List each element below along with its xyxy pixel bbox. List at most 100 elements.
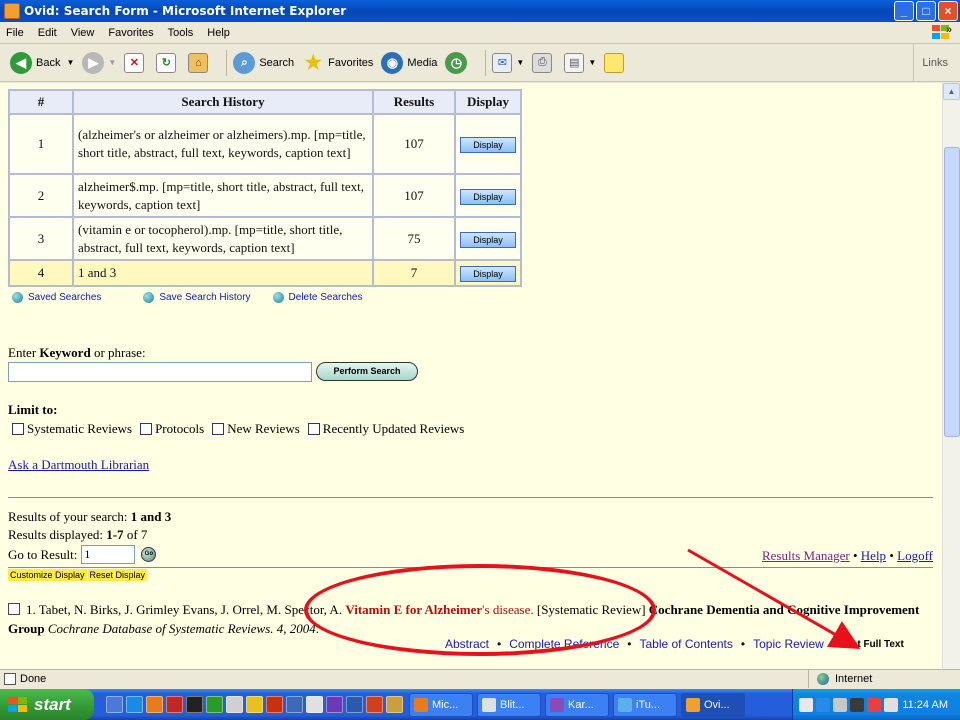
favorites-label: Favorites [328,56,374,69]
itunes-icon [618,697,632,712]
quicklaunch-icon[interactable] [106,696,123,713]
search-label: Search [259,56,295,69]
zone-label: Internet [835,673,873,685]
media-label: Media [407,56,438,69]
history-button[interactable]: ◷ [445,51,471,74]
quicklaunch-icon[interactable] [326,696,343,713]
mail-dropdown-icon[interactable]: ▼ [516,58,524,67]
window-title: Ovid: Search Form - Microsoft Internet E… [24,4,347,18]
stop-button[interactable]: ✕ [124,52,148,73]
maximize-button[interactable]: □ [916,1,936,21]
home-button[interactable]: ⌂ [188,52,212,73]
menu-view[interactable]: View [71,27,95,39]
home-icon: ⌂ [188,52,209,73]
globe-icon [817,673,829,685]
edit-dropdown-icon[interactable]: ▼ [588,58,596,67]
tray-icon[interactable] [867,697,881,712]
quicklaunch-icon[interactable] [286,696,303,713]
quicklaunch-icon[interactable] [226,696,243,713]
page-content: # Search History Results Display 1 (alzh… [0,83,942,669]
stop-icon: ✕ [124,52,145,73]
print-button[interactable]: ⎙ [532,52,556,73]
refresh-icon: ↻ [156,52,177,73]
toolbar-chevron-icon[interactable]: » [946,24,952,36]
back-label: Back [36,56,61,69]
star-icon: ★ [304,52,323,74]
quicklaunch-icon[interactable] [386,696,403,713]
quicklaunch-icon[interactable] [146,696,163,713]
tray-icon[interactable] [816,697,830,712]
scroll-up-icon[interactable]: ▲ [943,83,960,100]
toolbar-separator [485,49,487,76]
taskbar-item[interactable]: Kar... [545,692,609,717]
security-zone: Internet [808,670,872,688]
notes-button[interactable] [604,52,628,73]
back-arrow-icon: ◀ [10,51,32,74]
quicklaunch-icon[interactable] [186,696,203,713]
start-label: start [34,694,71,714]
menu-help[interactable]: Help [207,27,230,39]
volume-icon[interactable] [884,697,898,712]
media-button[interactable]: ◉ Media [381,51,438,74]
title-bar: Ovid: Search Form - Microsoft Internet E… [0,0,960,22]
quicklaunch-icon[interactable] [346,696,363,713]
links-bar[interactable]: Links [913,44,960,82]
history-icon: ◷ [445,51,468,74]
taskbar-item-label: Kar... [568,698,594,711]
minimize-button[interactable]: _ [894,1,914,21]
taskbar-item[interactable]: Blit... [477,692,541,717]
toolbar: ◀ Back ▼ ▶ ▼ ✕ ↻ ⌂ ⌕ Search ★ Favorites … [0,44,960,82]
red-arrow-annotation [687,548,861,649]
quicklaunch-icon[interactable] [246,696,263,713]
search-icon: ⌕ [233,51,256,74]
forward-arrow-icon: ▶ [82,51,105,74]
sticky-note-icon [604,52,625,73]
taskbar-item[interactable]: Mic... [409,692,473,717]
refresh-button[interactable]: ↻ [156,52,180,73]
ie-page-icon [4,3,20,19]
back-button[interactable]: ◀ Back ▼ [10,51,74,74]
scroll-thumb[interactable] [944,147,960,437]
quicklaunch-icon[interactable] [366,696,383,713]
menu-favorites[interactable]: Favorites [108,27,153,39]
menu-bar: File Edit View Favorites Tools Help [0,22,960,44]
clock: 11:24 AM [902,698,948,711]
links-label: Links [922,57,948,69]
start-button[interactable]: start [0,689,94,720]
system-tray: 11:24 AM [792,689,960,720]
tray-icon[interactable] [850,697,864,712]
vertical-scrollbar[interactable]: ▲ [942,83,960,669]
quicklaunch-icon[interactable] [206,696,223,713]
quick-launch [106,696,403,713]
page-status-icon [4,673,16,685]
forward-dropdown-icon[interactable]: ▼ [108,58,116,67]
mail-button[interactable]: ✉ ▼ [492,52,524,73]
powerpoint-icon [414,697,428,712]
menu-edit[interactable]: Edit [38,27,57,39]
media-icon: ◉ [381,51,404,74]
favorites-button[interactable]: ★ Favorites [302,52,373,74]
status-text: Done [20,673,47,685]
quicklaunch-icon[interactable] [306,696,323,713]
quicklaunch-icon[interactable] [266,696,283,713]
tray-icon[interactable] [799,697,813,712]
ie-page-icon [686,697,700,712]
edit-button[interactable]: ▤ ▼ [564,52,596,73]
menu-tools[interactable]: Tools [168,27,194,39]
menu-file[interactable]: File [6,27,24,39]
quicklaunch-icon[interactable] [166,696,183,713]
taskbar-item-active[interactable]: Ovi... [681,692,745,717]
search-button[interactable]: ⌕ Search [233,51,295,74]
app-icon [482,697,496,712]
status-bar: Done Internet [0,669,960,688]
taskbar-item[interactable]: iTu... [613,692,677,717]
back-dropdown-icon[interactable]: ▼ [66,58,74,67]
taskbar-item-label: Ovi... [704,698,730,711]
taskbar: start Mic... Blit... Kar... iTu... Ovi..… [0,689,960,720]
ie-icon[interactable] [126,696,143,713]
edit-icon: ▤ [564,52,585,73]
forward-button[interactable]: ▶ ▼ [82,51,116,74]
network-icon[interactable] [833,697,847,712]
close-button[interactable]: × [938,1,958,21]
taskbar-item-label: Blit... [500,698,525,711]
